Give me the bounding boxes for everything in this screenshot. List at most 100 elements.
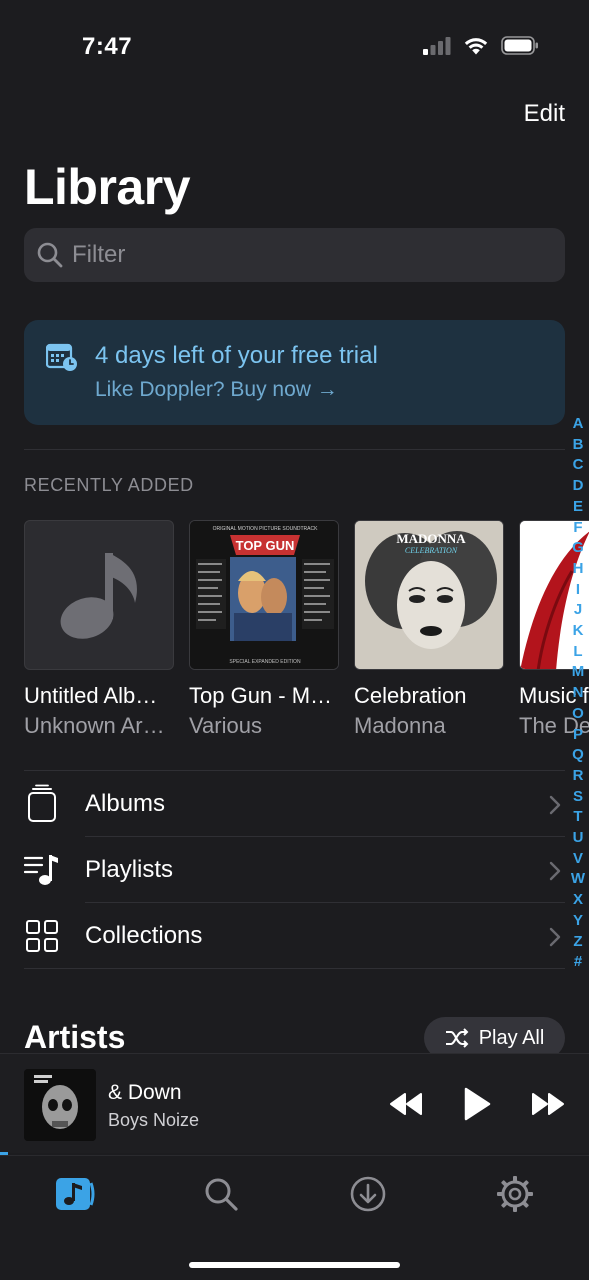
now-playing-artist: Boys Noize [108, 1110, 200, 1130]
edit-button[interactable]: Edit [524, 100, 565, 128]
index-letter[interactable]: P [569, 725, 587, 746]
index-letter[interactable]: H [569, 559, 587, 580]
shuffle-icon [445, 1028, 469, 1048]
tab-library[interactable] [55, 1174, 95, 1214]
index-letter[interactable]: T [569, 807, 587, 828]
home-indicator [189, 1262, 400, 1268]
index-letter[interactable]: M [569, 662, 587, 683]
artists-heading: Artists [24, 1019, 126, 1055]
album-card[interactable]: ORIGINAL MOTION PICTURE SOUNDTRACK TOP G… [189, 520, 339, 739]
album-art-placeholder [24, 520, 174, 670]
index-letter[interactable]: D [569, 476, 587, 497]
album-card[interactable]: MADONNA CELEBRATION Celebration Madonna [354, 520, 504, 739]
library-row-albums[interactable]: Albums [24, 771, 565, 837]
album-title: Celebration [354, 683, 467, 708]
index-letter[interactable]: S [569, 787, 587, 808]
tab-settings[interactable] [495, 1174, 535, 1214]
index-letter[interactable]: K [569, 621, 587, 642]
album-artist: Madonna [354, 713, 446, 738]
album-art-top-gun: ORIGINAL MOTION PICTURE SOUNDTRACK TOP G… [189, 520, 339, 670]
alphabet-index[interactable]: A B C D E F G H I J K L M N O P Q R S T U V W X Y Z # [569, 414, 587, 973]
index-letter[interactable]: B [569, 435, 587, 456]
album-artist: Unknown Ar… [24, 713, 165, 738]
now-playing-title: & Down [108, 1081, 182, 1104]
index-letter[interactable]: E [569, 497, 587, 518]
index-letter[interactable]: U [569, 828, 587, 849]
section-divider [24, 449, 565, 450]
buy-now-link[interactable]: Like Doppler? Buy now → [95, 378, 338, 402]
trial-title: 4 days left of your free trial [95, 342, 378, 369]
status-time: 7:47 [82, 33, 133, 60]
playlists-icon [24, 850, 60, 890]
index-letter[interactable]: C [569, 455, 587, 476]
library-screen: 7:47 Edit Library Filter 4 days left of … [0, 0, 589, 1280]
cellular-signal-icon [423, 36, 451, 55]
album-title: Untitled Alb… [24, 683, 158, 708]
cover-sub-text: CELEBRATION [405, 546, 458, 555]
album-card[interactable]: Untitled Alb… Unknown Ar… [24, 520, 174, 739]
index-letter[interactable]: Q [569, 745, 587, 766]
calendar-clock-icon [46, 343, 77, 371]
index-letter[interactable]: Z [569, 932, 587, 953]
cover-bottom-text: SPECIAL EXPANDED EDITION [229, 659, 301, 665]
recently-added-carousel[interactable]: Untitled Alb… Unknown Ar… ORIGINAL MOTIO… [24, 520, 589, 750]
playback-controls [389, 1087, 565, 1121]
album-title: Top Gun - M… [189, 683, 333, 708]
index-letter[interactable]: Y [569, 911, 587, 932]
index-letter[interactable]: O [569, 704, 587, 725]
index-letter[interactable]: # [569, 952, 587, 973]
cover-top-text: ORIGINAL MOTION PICTURE SOUNDTRACK [213, 526, 318, 532]
battery-icon [501, 36, 538, 55]
cover-title-text: TOP GUN [236, 538, 295, 553]
page-title: Library [24, 159, 191, 215]
index-letter[interactable]: N [569, 683, 587, 704]
index-letter[interactable]: V [569, 849, 587, 870]
index-letter[interactable]: R [569, 766, 587, 787]
search-icon [37, 242, 63, 268]
chevron-right-icon [549, 927, 561, 947]
now-playing-bar[interactable]: & Down Boys Noize [0, 1053, 589, 1153]
index-letter[interactable]: J [569, 600, 587, 621]
row-label: Playlists [85, 856, 174, 883]
index-letter[interactable]: L [569, 642, 587, 663]
albums-icon [24, 784, 60, 824]
tab-downloads[interactable] [348, 1174, 388, 1214]
search-placeholder: Filter [72, 241, 126, 268]
play-all-label: Play All [478, 1026, 545, 1049]
section-divider [24, 968, 565, 969]
rewind-icon[interactable] [389, 1092, 423, 1116]
trial-banner[interactable]: 4 days left of your free trial Like Dopp… [24, 320, 565, 425]
play-icon[interactable] [463, 1087, 491, 1121]
status-icons [423, 36, 539, 55]
album-artist: Various [189, 713, 262, 738]
index-letter[interactable]: X [569, 890, 587, 911]
row-label: Albums [85, 790, 166, 817]
chevron-right-icon [549, 861, 561, 881]
collections-icon [24, 916, 60, 956]
celebration-cover-image: MADONNA CELEBRATION [355, 521, 503, 669]
index-letter[interactable]: A [569, 414, 587, 435]
cover-artist-text: MADONNA [396, 531, 466, 546]
now-playing-artwork [24, 1069, 96, 1141]
tab-search[interactable] [201, 1174, 241, 1214]
download-icon [350, 1176, 386, 1212]
music-library-icon [56, 1178, 95, 1210]
top-gun-cover-image: ORIGINAL MOTION PICTURE SOUNDTRACK TOP G… [190, 521, 338, 669]
index-letter[interactable]: G [569, 538, 587, 559]
album-art-celebration: MADONNA CELEBRATION [354, 520, 504, 670]
gear-icon [497, 1176, 533, 1212]
index-letter[interactable]: I [569, 580, 587, 601]
recently-added-label: RECENTLY ADDED [24, 475, 194, 495]
wifi-icon [464, 38, 488, 55]
library-row-playlists[interactable]: Playlists [24, 837, 565, 903]
library-row-collections[interactable]: Collections [24, 903, 565, 969]
search-input[interactable]: Filter [24, 228, 565, 282]
row-label: Collections [85, 922, 203, 949]
fast-forward-icon[interactable] [531, 1092, 565, 1116]
index-letter[interactable]: F [569, 518, 587, 539]
chevron-right-icon [549, 795, 561, 815]
search-icon [205, 1178, 238, 1211]
index-letter[interactable]: W [569, 869, 587, 890]
music-note-icon [60, 553, 137, 639]
skull-artwork-image [24, 1069, 96, 1141]
